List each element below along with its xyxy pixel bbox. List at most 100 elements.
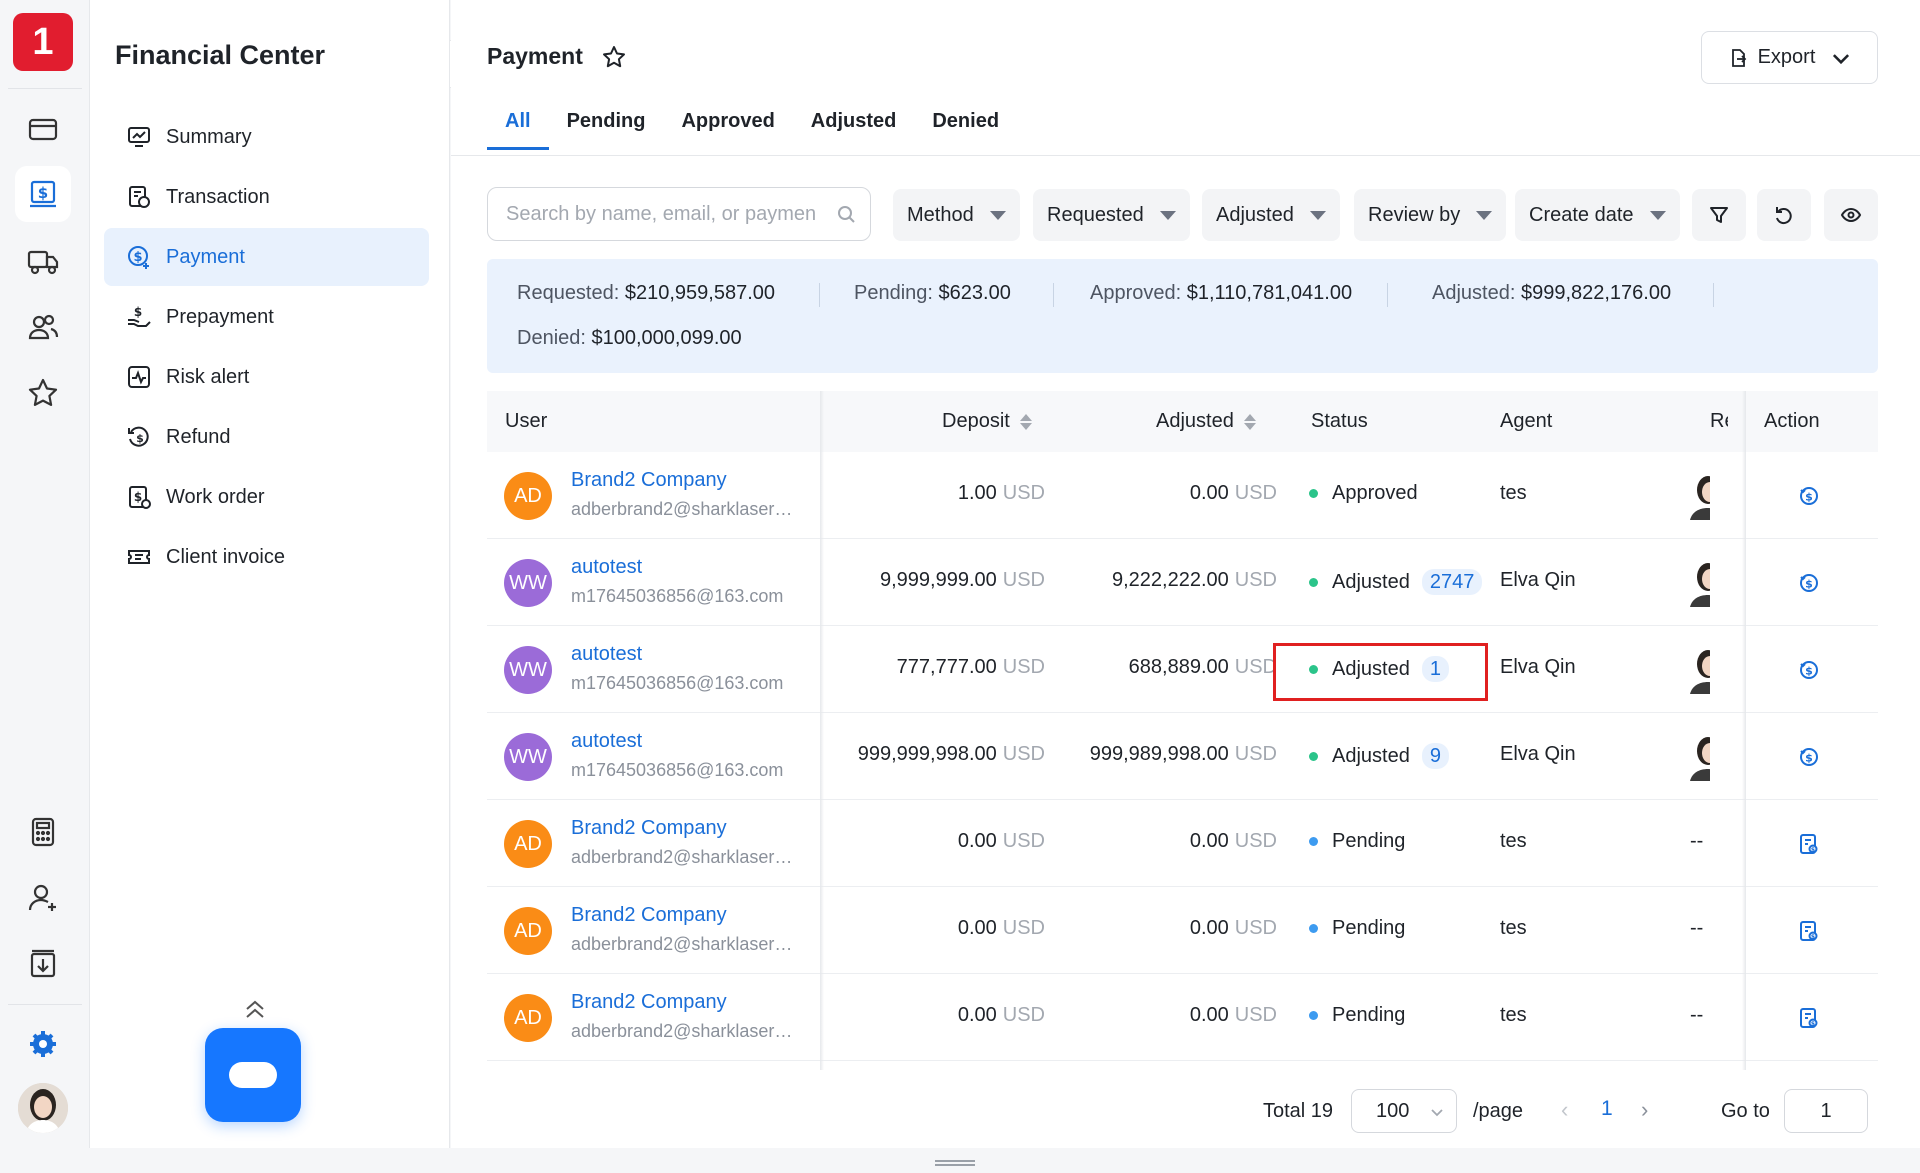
- sidebar-item-client-invoice[interactable]: Client invoice: [104, 528, 429, 586]
- user-name-link[interactable]: Brand2 Company: [571, 469, 727, 492]
- tabs-divider: [451, 155, 1920, 156]
- rail-settings[interactable]: [15, 1016, 71, 1072]
- user-avatar[interactable]: [18, 1083, 68, 1133]
- goto-page-input[interactable]: 1: [1784, 1089, 1868, 1133]
- rail-cards[interactable]: [15, 101, 71, 157]
- summary-adjusted: Adjusted: $999,822,176.00: [1432, 282, 1672, 304]
- svg-text:$: $: [134, 490, 142, 504]
- next-page-button[interactable]: ›: [1641, 1097, 1648, 1123]
- dollar-review-icon[interactable]: $: [1797, 745, 1821, 769]
- user-name-link[interactable]: Brand2 Company: [571, 904, 727, 927]
- page-number-1[interactable]: 1: [1601, 1097, 1613, 1121]
- resize-grip-icon[interactable]: [935, 1160, 975, 1166]
- rail-calculator[interactable]: [15, 804, 71, 860]
- search-input[interactable]: Search by name, email, or paymen: [487, 187, 871, 241]
- sidebar-item-transaction[interactable]: Transaction: [104, 168, 429, 226]
- sort-icon[interactable]: [1019, 413, 1032, 430]
- filter-adjusted[interactable]: Adjusted: [1202, 189, 1340, 241]
- advanced-filter-button[interactable]: [1692, 189, 1746, 241]
- column-header-adjusted[interactable]: Adjusted: [1156, 391, 1256, 452]
- summary-approved: Approved: $1,110,781,041.00: [1090, 282, 1353, 304]
- user-name-link[interactable]: autotest: [571, 730, 642, 753]
- tab-pending[interactable]: Pending: [549, 110, 664, 150]
- funnel-icon: [1710, 207, 1728, 223]
- table-row[interactable]: AD Brand2 Company adberbrand2@sharklasers.…: [487, 800, 1878, 887]
- dollar-review-icon[interactable]: $: [1797, 571, 1821, 595]
- user-avatar: WW: [504, 646, 552, 694]
- tab-denied[interactable]: Denied: [914, 110, 1017, 150]
- table-row[interactable]: WW autotest m17645036856@163.com 9,999,999.…: [487, 539, 1878, 626]
- user-name-link[interactable]: Brand2 Company: [571, 817, 727, 840]
- user-name-link[interactable]: autotest: [571, 643, 642, 666]
- user-name-link[interactable]: autotest: [571, 556, 642, 579]
- user-name-link[interactable]: Brand2 Company: [571, 991, 727, 1014]
- adjust-count-badge[interactable]: 2747: [1421, 569, 1483, 595]
- rail-users[interactable]: [15, 299, 71, 355]
- caret-down-icon: [1649, 210, 1666, 220]
- dollar-review-icon[interactable]: $: [1797, 658, 1821, 682]
- rail-download[interactable]: [15, 936, 71, 992]
- chevrons-up-icon[interactable]: [240, 995, 270, 1025]
- adjust-count-badge[interactable]: 9: [1421, 743, 1449, 769]
- status-label: Pending: [1332, 830, 1406, 852]
- table-row[interactable]: AD Brand2 Company adberbrand2@sharklasers.…: [487, 974, 1878, 1061]
- summary-divider: [819, 283, 820, 307]
- document-review-icon[interactable]: $: [1797, 919, 1821, 943]
- filter-create-date[interactable]: Create date: [1515, 189, 1680, 241]
- table-row[interactable]: AD Brand2 Company adberbrand2@sharklasers.…: [487, 452, 1878, 539]
- sidebar-item-work-order[interactable]: $ Work order: [104, 468, 429, 526]
- page-size-select[interactable]: 100: [1351, 1089, 1457, 1133]
- agent-name: Elva Qin: [1500, 656, 1576, 678]
- user-photo-icon: [18, 1083, 68, 1133]
- column-visibility-button[interactable]: [1824, 189, 1878, 241]
- rail-favorites[interactable]: [15, 365, 71, 421]
- svg-text:$: $: [38, 184, 48, 202]
- adjusted-amount: 999,989,998.00 USD: [1089, 743, 1277, 765]
- sort-icon[interactable]: [1243, 413, 1256, 430]
- tab-approved[interactable]: Approved: [663, 110, 792, 150]
- dollar-review-icon[interactable]: $: [1797, 484, 1821, 508]
- rail-finance[interactable]: $: [15, 166, 71, 222]
- filter-requested[interactable]: Requested: [1033, 189, 1190, 241]
- sidebar-item-summary[interactable]: Summary: [104, 108, 429, 166]
- sidebar-item-refund[interactable]: $ Refund: [104, 408, 429, 466]
- finance-sidebar: Financial Center Summary Transaction $ P…: [90, 0, 450, 1148]
- transaction-icon: [129, 186, 150, 208]
- adjusted-amount: 0.00 USD: [1189, 482, 1277, 504]
- refresh-button[interactable]: [1757, 189, 1811, 241]
- rail-user-add[interactable]: [15, 870, 71, 926]
- app-logo[interactable]: 1: [13, 13, 73, 71]
- svg-text:$: $: [1811, 1021, 1815, 1028]
- table-row[interactable]: WW autotest m17645036856@163.com 777,777.00…: [487, 626, 1878, 713]
- table-row[interactable]: AD Brand2 Company adberbrand2@sharklasers.…: [487, 887, 1878, 974]
- sidebar-item-label: Work order: [166, 485, 265, 508]
- reviewer-avatar: [1690, 733, 1710, 781]
- per-page-label: /page: [1473, 1100, 1524, 1122]
- filter-label: Method: [907, 203, 974, 226]
- table-row[interactable]: WW autotest m17645036856@163.com 999,999,99…: [487, 713, 1878, 800]
- summary-divider: [1053, 283, 1054, 307]
- tab-adjusted[interactable]: Adjusted: [793, 110, 915, 150]
- agent-name: tes: [1500, 917, 1527, 939]
- document-review-icon[interactable]: $: [1797, 832, 1821, 856]
- filter-review-by[interactable]: Review by: [1354, 189, 1507, 241]
- sidebar-item-payment[interactable]: $ Payment: [104, 228, 429, 286]
- sidebar-item-prepayment[interactable]: $ Prepayment: [104, 288, 429, 346]
- chat-button[interactable]: [205, 1028, 301, 1122]
- favorite-star-icon[interactable]: [601, 44, 627, 70]
- sidebar-item-risk-alert[interactable]: Risk alert: [104, 348, 429, 406]
- user-avatar: AD: [504, 994, 552, 1042]
- prev-page-button[interactable]: ‹: [1561, 1097, 1568, 1123]
- filter-method[interactable]: Method: [893, 189, 1020, 241]
- document-review-icon[interactable]: $: [1797, 1006, 1821, 1030]
- search-placeholder: Search by name, email, or paymen: [506, 202, 817, 225]
- rail-logistics[interactable]: [15, 233, 71, 289]
- status-dot: [1309, 751, 1318, 761]
- tab-all[interactable]: All: [487, 110, 549, 150]
- star-icon: [28, 378, 58, 406]
- sidebar-item-label: Payment: [166, 245, 245, 268]
- user-add-icon: [28, 884, 56, 911]
- gear-icon: [30, 1031, 56, 1057]
- export-button[interactable]: Export: [1701, 31, 1878, 84]
- column-header-deposit[interactable]: Deposit: [942, 391, 1032, 452]
